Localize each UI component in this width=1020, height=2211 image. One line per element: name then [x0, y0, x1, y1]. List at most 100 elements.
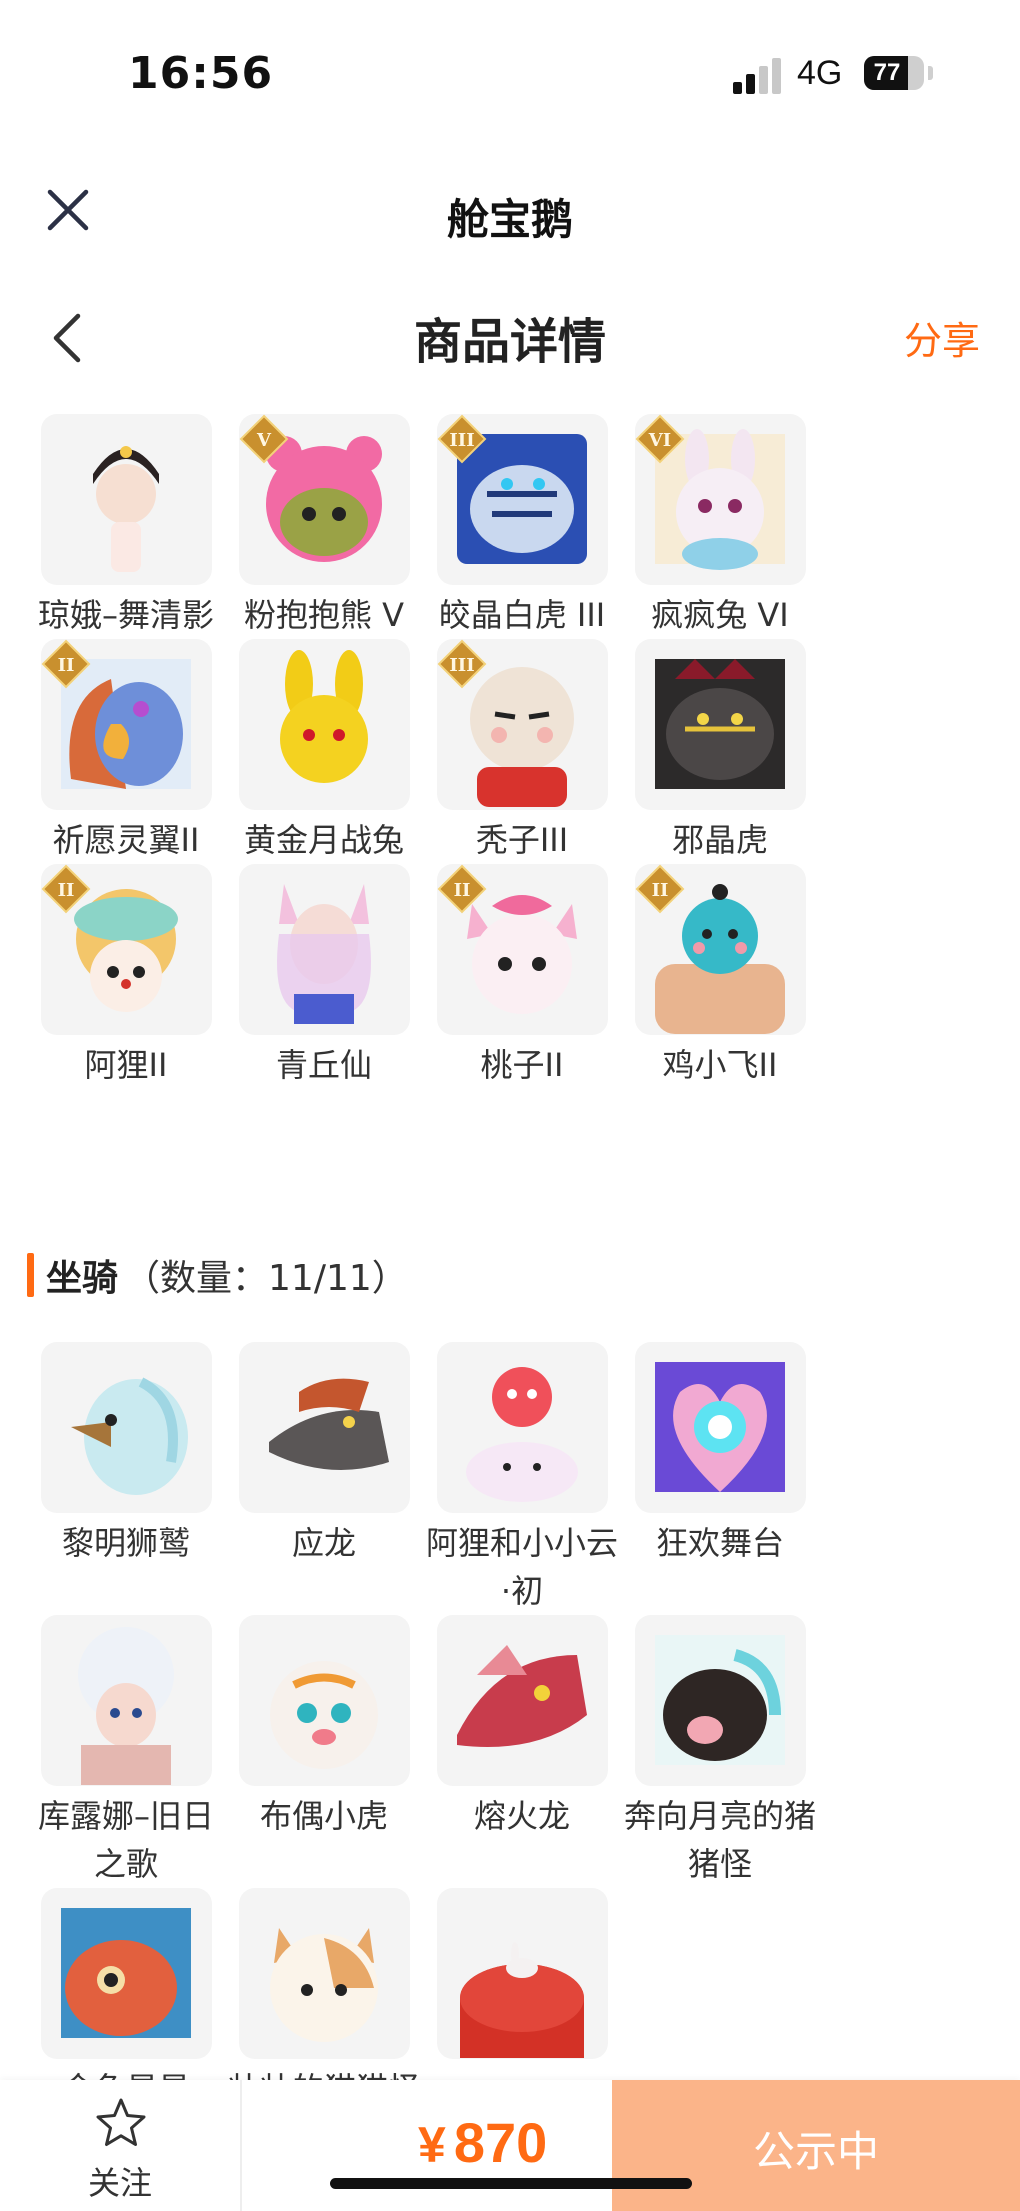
- skin-name: 疯疯兔 VI: [651, 596, 789, 634]
- grade-badge-icon: II: [41, 864, 90, 914]
- price-value: 870: [453, 2111, 548, 2174]
- home-indicator: [330, 2178, 692, 2189]
- skin-item[interactable]: II 祈愿灵翼II: [27, 639, 225, 864]
- skin-item[interactable]: 青丘仙: [225, 864, 423, 1089]
- mount-thumbnail: [436, 1615, 608, 1786]
- mount-name: 应龙: [291, 1524, 356, 1562]
- status-button[interactable]: 公示中: [612, 2080, 1020, 2211]
- svg-text:III: III: [449, 655, 474, 676]
- mount-name: 黎明狮鹫: [61, 1524, 190, 1562]
- skin-item[interactable]: II 鸡小飞II: [621, 864, 819, 1089]
- grade-badge-icon: II: [635, 864, 684, 914]
- mount-item[interactable]: 应龙: [225, 1342, 423, 1615]
- skin-thumbnail: II: [40, 864, 212, 1035]
- battery-icon: 77: [864, 56, 924, 90]
- skin-item[interactable]: 黄金月战兔: [225, 639, 423, 864]
- mount-thumbnail: [436, 1888, 608, 2059]
- mount-thumbnail: [40, 1342, 212, 1513]
- evil-tiger-avatar: [654, 659, 785, 789]
- mounts-grid: 黎明狮鹫 应龙 阿狸和小小云·初 狂欢舞台库露娜–旧日之歌 布偶小虎 熔火龙 奔向月亮的猪猪…: [27, 1342, 1003, 2113]
- currency-symbol: ¥: [418, 2117, 446, 2173]
- mount-item[interactable]: 狂欢舞台: [621, 1342, 819, 1615]
- mounts-section-header: 坐骑 （数量：11/11）: [27, 1250, 408, 1300]
- svg-text:III: III: [449, 430, 474, 451]
- page-title: 商品详情: [413, 314, 606, 370]
- skin-item[interactable]: 琼娥–舞清影: [27, 414, 225, 639]
- skin-name: 桃子II: [480, 1046, 564, 1084]
- skin-item[interactable]: III 秃子III: [423, 639, 621, 864]
- mount-thumbnail: [40, 1615, 212, 1786]
- follow-label: 关注: [87, 2164, 152, 2202]
- lava-dragon-mount: [456, 1645, 587, 1747]
- stage-mount: [654, 1362, 785, 1492]
- skin-thumbnail: [634, 639, 806, 810]
- fox-fairy-avatar: [276, 884, 371, 1024]
- page-header: 商品详情 分享: [0, 292, 1020, 382]
- battery-tip: [928, 66, 933, 80]
- mount-item[interactable]: 奔向月亮的猪猪怪: [621, 1615, 819, 1888]
- mount-name: 狂欢舞台: [655, 1524, 784, 1562]
- skin-name: 粉抱抱熊 V: [243, 596, 405, 634]
- svg-text:VI: VI: [647, 430, 670, 451]
- section-count: （数量：11/11）: [124, 1258, 408, 1299]
- app-title: 舱宝鹅: [446, 195, 573, 244]
- section-accent-bar: [27, 1253, 34, 1297]
- signal-icon: [733, 58, 783, 94]
- skin-thumbnail: V: [238, 414, 410, 585]
- mount-thumbnail: [634, 1615, 806, 1786]
- skin-name: 秃子III: [475, 821, 569, 859]
- mount-thumbnail: [40, 1888, 212, 2059]
- mount-name: 熔火龙: [473, 1797, 570, 1835]
- skin-name: 鸡小飞II: [662, 1046, 778, 1084]
- skin-thumbnail: II: [634, 864, 806, 1035]
- mount-thumbnail: [634, 1342, 806, 1513]
- grade-badge-icon: V: [239, 414, 288, 464]
- svg-text:II: II: [57, 655, 74, 676]
- mount-name: 布偶小虎: [259, 1797, 388, 1835]
- ali-cloud-mount: [465, 1367, 578, 1502]
- follow-button[interactable]: 关注: [0, 2080, 242, 2211]
- tiger-doll-mount: [269, 1661, 378, 1769]
- battery-level: 77: [873, 59, 901, 86]
- skin-name: 青丘仙: [275, 1046, 372, 1084]
- mount-item[interactable]: 黎明狮鹫: [27, 1342, 225, 1615]
- skin-name: 祈愿灵翼II: [52, 821, 200, 859]
- mount-thumbnail: [436, 1342, 608, 1513]
- star-icon: [96, 2098, 146, 2146]
- svg-text:V: V: [256, 430, 272, 451]
- skin-thumbnail: [238, 864, 410, 1035]
- skin-name: 皎晶白虎 III: [438, 596, 606, 634]
- skin-item[interactable]: 邪晶虎: [621, 639, 819, 864]
- section-title: 坐骑: [46, 1258, 119, 1299]
- grade-badge-icon: II: [41, 639, 90, 689]
- price: ¥870: [418, 2110, 547, 2175]
- skin-thumbnail: II: [436, 864, 608, 1035]
- grade-badge-icon: III: [437, 414, 486, 464]
- share-link[interactable]: 分享: [904, 310, 980, 365]
- svg-text:II: II: [57, 880, 74, 901]
- svg-text:II: II: [651, 880, 668, 901]
- skin-item[interactable]: II 阿狸II: [27, 864, 225, 1089]
- mount-name: 奔向月亮的猪猪怪: [623, 1797, 816, 1883]
- skin-thumbnail: [40, 414, 212, 585]
- app-header: 舱宝鹅: [0, 170, 1020, 250]
- skin-item[interactable]: V 粉抱抱熊 V: [225, 414, 423, 639]
- status-label: 公示中: [752, 2127, 879, 2176]
- skin-name: 琼娥–舞清影: [37, 596, 214, 634]
- skin-item[interactable]: VI 疯疯兔 VI: [621, 414, 819, 639]
- mount-item[interactable]: 熔火龙: [423, 1615, 621, 1888]
- grade-badge-icon: VI: [635, 414, 684, 464]
- skin-thumbnail: III: [436, 414, 608, 585]
- skin-item[interactable]: II 桃子II: [423, 864, 621, 1089]
- mount-item[interactable]: 库露娜–旧日之歌: [27, 1615, 225, 1888]
- mount-item[interactable]: 布偶小虎: [225, 1615, 423, 1888]
- skin-thumbnail: II: [40, 639, 212, 810]
- skin-thumbnail: [238, 639, 410, 810]
- grade-badge-icon: II: [437, 864, 486, 914]
- mount-item[interactable]: 阿狸和小小云·初: [423, 1342, 621, 1615]
- network-type: 4G: [797, 54, 843, 92]
- qiong-e-avatar: [92, 446, 159, 572]
- griffin-mount: [70, 1377, 188, 1495]
- skin-item[interactable]: III 皎晶白虎 III: [423, 414, 621, 639]
- golden-rabbit-avatar: [279, 650, 368, 783]
